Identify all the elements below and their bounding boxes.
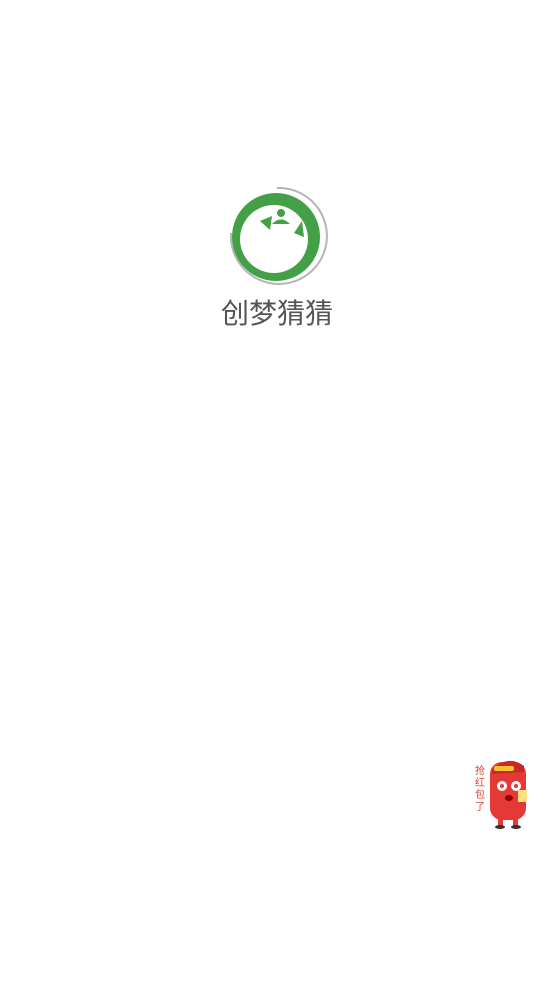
svg-text:抢: 抢 <box>475 764 485 777</box>
splash-screen: 创梦猜猜 抢 红 包 了 <box>0 0 554 984</box>
app-title: 创梦猜猜 <box>220 297 333 330</box>
app-logo-icon <box>229 186 328 285</box>
svg-text:包: 包 <box>475 788 485 801</box>
svg-text:了: 了 <box>475 801 485 813</box>
app-logo <box>222 183 332 293</box>
red-envelope-floating-button[interactable]: 抢 红 包 了 <box>468 752 532 832</box>
red-envelope-mascot-icon: 抢 红 包 了 <box>475 760 527 829</box>
svg-text:红: 红 <box>475 776 485 789</box>
